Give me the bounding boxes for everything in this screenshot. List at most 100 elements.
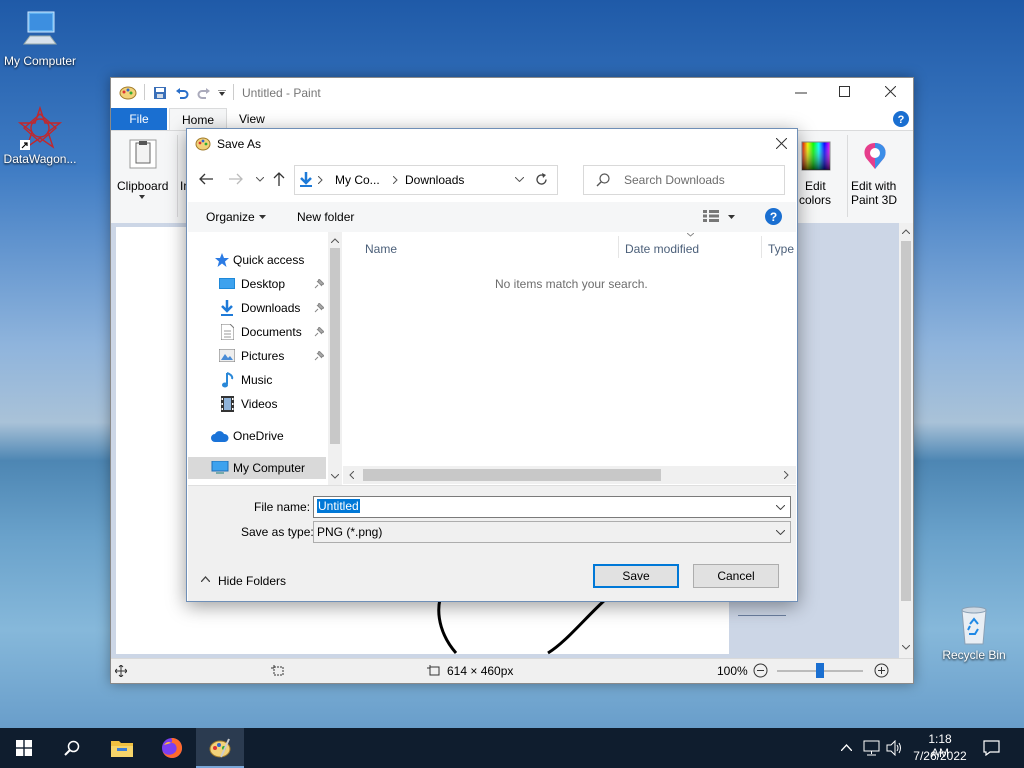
nav-music[interactable]: Music	[188, 369, 326, 391]
nav-label: Desktop	[241, 277, 286, 291]
save-type-select[interactable]: PNG (*.png)	[313, 521, 791, 543]
address-bar[interactable]: My Co... Downloads	[294, 165, 529, 195]
svg-text:?: ?	[770, 210, 777, 224]
taskbar-firefox[interactable]	[148, 728, 196, 768]
sort-chevron-icon	[687, 233, 694, 237]
nav-documents[interactable]: Documents	[188, 321, 326, 343]
edit-colors-button[interactable]: Edit colors	[797, 135, 837, 217]
clock-date[interactable]: 7/26/2022	[910, 749, 970, 763]
chevron-up-icon[interactable]	[841, 744, 852, 751]
view-options-icon[interactable]	[703, 210, 721, 222]
zoom-out-icon[interactable]	[753, 663, 768, 678]
move-cursor-icon	[115, 665, 127, 677]
chevron-up-icon	[201, 576, 210, 582]
save-button[interactable]: Save	[593, 564, 679, 588]
desktop-icon-my-computer[interactable]: My Computer	[0, 8, 80, 68]
vertical-scrollbar[interactable]	[899, 223, 913, 658]
chevron-down-icon[interactable]	[776, 530, 785, 535]
nav-downloads[interactable]: Downloads	[188, 297, 326, 319]
zoom-slider-thumb[interactable]	[816, 663, 824, 678]
column-header-type[interactable]: Type	[768, 242, 794, 256]
chevron-left-icon[interactable]	[349, 471, 354, 479]
hide-folders-toggle[interactable]: Hide Folders	[198, 572, 298, 590]
breadcrumb-item[interactable]: My Co...	[335, 173, 380, 187]
back-arrow-icon[interactable]	[199, 173, 213, 185]
status-bar: 614 × 460px 100%	[111, 658, 913, 683]
horizontal-scrollbar[interactable]	[343, 466, 796, 484]
nav-my-computer[interactable]: My Computer	[188, 457, 326, 479]
chevron-down-icon[interactable]	[331, 474, 339, 479]
chevron-down-icon[interactable]	[515, 177, 524, 182]
maximize-icon[interactable]	[839, 86, 850, 97]
downloads-arrow-icon	[221, 300, 233, 316]
notifications-icon[interactable]	[983, 740, 1000, 756]
network-icon[interactable]	[863, 740, 880, 756]
organize-menu[interactable]: Organize	[206, 210, 255, 224]
scroll-thumb[interactable]	[363, 469, 661, 481]
chevron-down-icon[interactable]	[728, 215, 735, 219]
desktop-icon-recycle-bin[interactable]: Recycle Bin	[934, 602, 1014, 662]
nav-label: My Computer	[233, 461, 306, 475]
minimize-icon[interactable]	[795, 92, 807, 94]
help-icon[interactable]: ?	[893, 111, 909, 127]
scroll-thumb[interactable]	[330, 248, 340, 444]
nav-pictures[interactable]: Pictures	[188, 345, 326, 367]
edit-paint3d-label-1: Edit with	[851, 179, 897, 193]
clipboard-group[interactable]: Clipboard	[115, 135, 171, 217]
chevron-down-icon[interactable]	[776, 505, 785, 510]
cancel-button[interactable]: Cancel	[693, 564, 779, 588]
chevron-down-icon[interactable]	[259, 215, 266, 219]
tab-home[interactable]: Home	[169, 108, 228, 130]
up-arrow-icon[interactable]	[273, 172, 285, 186]
scroll-thumb[interactable]	[901, 241, 911, 601]
pin-icon[interactable]	[314, 279, 324, 289]
pin-icon[interactable]	[314, 327, 324, 337]
breadcrumb-item[interactable]: Downloads	[405, 173, 464, 187]
selection-size-icon	[271, 665, 284, 676]
chevron-up-icon[interactable]	[902, 229, 910, 234]
search-box[interactable]: Search Downloads	[583, 165, 785, 195]
tab-view[interactable]: View	[227, 108, 277, 130]
chevron-right-icon[interactable]	[784, 471, 789, 479]
desktop-icon-datawagon[interactable]: DataWagon...	[0, 106, 80, 166]
refresh-button[interactable]	[527, 165, 558, 195]
taskbar-paint[interactable]	[196, 728, 244, 768]
undo-icon[interactable]	[175, 86, 189, 100]
chevron-down-icon[interactable]	[256, 177, 264, 182]
close-icon[interactable]	[776, 138, 787, 149]
tab-file[interactable]: File	[111, 108, 167, 130]
chevron-down-icon[interactable]	[902, 645, 910, 650]
volume-icon[interactable]	[886, 740, 903, 756]
help-icon[interactable]: ?	[765, 208, 782, 225]
canvas-mark	[738, 615, 786, 616]
forward-arrow-icon[interactable]	[229, 173, 243, 185]
chevron-up-icon[interactable]	[331, 238, 339, 243]
navigation-pane-scrollbar[interactable]	[328, 232, 342, 485]
save-icon[interactable]	[153, 86, 167, 100]
filename-input[interactable]: Untitled	[313, 496, 791, 518]
desktop-folder-icon	[219, 278, 235, 289]
pin-icon[interactable]	[314, 303, 324, 313]
column-header-date-modified[interactable]: Date modified	[625, 242, 699, 256]
new-folder-button[interactable]: New folder	[297, 210, 354, 224]
redo-icon[interactable]	[197, 86, 211, 100]
taskbar-file-explorer[interactable]	[98, 728, 146, 768]
pin-icon[interactable]	[314, 351, 324, 361]
nav-desktop[interactable]: Desktop	[188, 273, 326, 295]
pictures-icon	[219, 349, 235, 362]
nav-label: Music	[241, 373, 273, 387]
column-header-name[interactable]: Name	[365, 242, 397, 256]
film-icon	[221, 396, 234, 412]
zoom-in-icon[interactable]	[874, 663, 889, 678]
chevron-down-icon[interactable]	[218, 90, 226, 96]
start-button[interactable]	[0, 728, 48, 768]
svg-text:?: ?	[898, 114, 905, 126]
save-type-value: PNG (*.png)	[317, 525, 383, 539]
edit-with-paint3d-button[interactable]: Edit with Paint 3D	[847, 135, 904, 217]
close-icon[interactable]	[885, 86, 896, 97]
filename-value: Untitled	[317, 499, 360, 513]
search-button[interactable]	[48, 728, 96, 768]
nav-videos[interactable]: Videos	[188, 393, 326, 415]
nav-quick-access[interactable]: Quick access	[188, 249, 326, 271]
nav-onedrive[interactable]: OneDrive	[188, 425, 326, 447]
